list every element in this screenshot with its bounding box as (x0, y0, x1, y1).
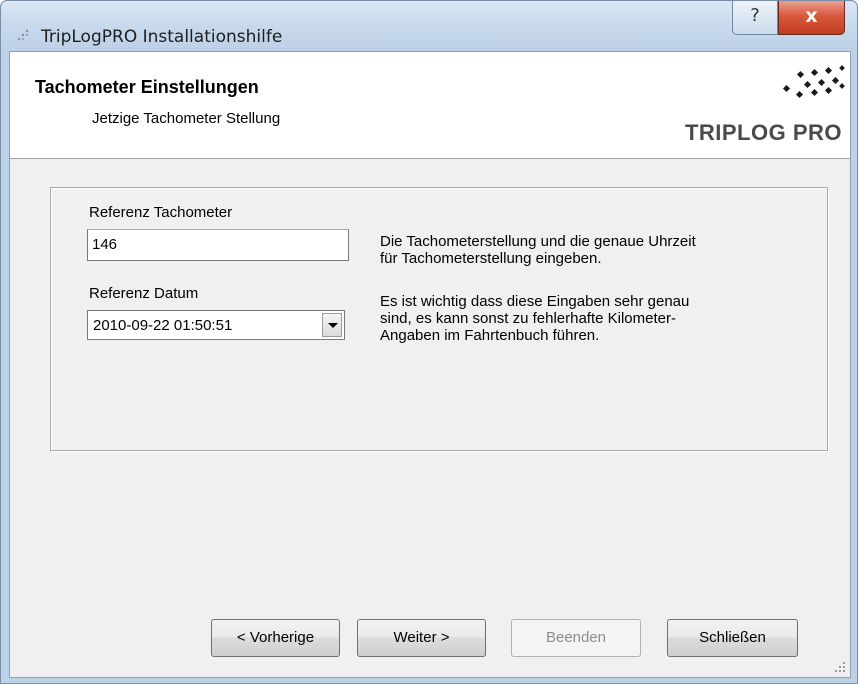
next-button[interactable]: Weiter > (357, 619, 486, 657)
referenz-datum-value: 2010-09-22 01:50:51 (93, 317, 233, 334)
title-bar[interactable]: TripLogPRO Installationshilfe ? x (1, 1, 857, 51)
diamond-dots-logo (782, 65, 845, 99)
wizard-header: Tachometer Einstellungen Jetzige Tachome… (10, 52, 850, 159)
wizard-client-area: Tachometer Einstellungen Jetzige Tachome… (9, 51, 851, 678)
page-title: Tachometer Einstellungen (35, 77, 259, 97)
window-title: TripLogPRO Installationshilfe (41, 27, 283, 47)
resize-grip-icon[interactable] (834, 661, 846, 673)
referenz-datum-picker[interactable]: 2010-09-22 01:50:51 (87, 310, 345, 340)
app-icon (17, 29, 29, 41)
help-button[interactable]: ? (732, 1, 778, 35)
referenz-tachometer-label: Referenz Tachometer (89, 204, 233, 221)
page-subtitle: Jetzige Tachometer Stellung (92, 110, 281, 127)
installer-window: TripLogPRO Installationshilfe ? x Tachom… (0, 0, 858, 684)
close-window-button[interactable]: x (778, 1, 845, 35)
finish-button: Beenden (511, 619, 641, 657)
description-text-2: Es ist wichtig dass diese Eingaben sehr … (380, 293, 690, 344)
settings-groupbox: Referenz Tachometer 146 Referenz Datum 2… (50, 187, 828, 451)
referenz-tachometer-input[interactable]: 146 (87, 229, 349, 261)
referenz-datum-label: Referenz Datum (89, 285, 199, 302)
previous-button[interactable]: < Vorherige (211, 619, 340, 657)
chevron-down-icon[interactable] (322, 313, 342, 337)
brand-name: TRIPLOG PRO (684, 120, 842, 145)
description-text-1: Die Tachometerstellung und die genaue Uh… (380, 233, 696, 267)
close-button[interactable]: Schließen (667, 619, 798, 657)
